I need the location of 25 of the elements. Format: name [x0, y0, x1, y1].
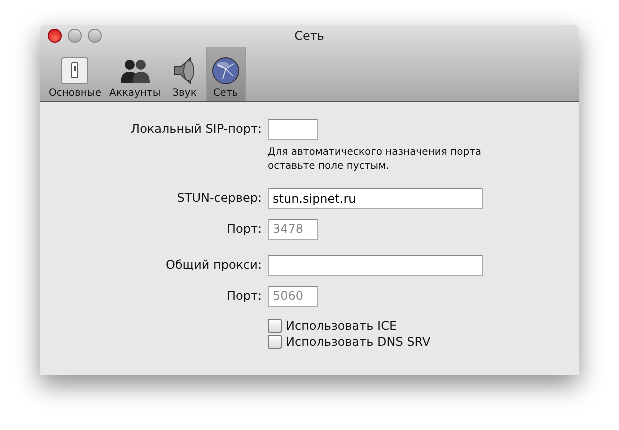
input-field[interactable]: 5060: [268, 286, 318, 306]
zoom-button[interactable]: [88, 29, 102, 43]
toolbar-tab[interactable]: Аккаунты: [106, 47, 164, 101]
hint-text: Для автоматического назначения порта оставьте поле пустым.: [268, 146, 483, 174]
minimize-button[interactable]: [68, 29, 82, 43]
input-field[interactable]: [268, 118, 318, 140]
toolbar-tab[interactable]: Основные: [46, 47, 105, 101]
toolbar-tab[interactable]: Сеть: [206, 47, 246, 101]
checkbox-label: Использовать ICE: [286, 318, 398, 332]
input-field[interactable]: stun.sipnet.ru: [268, 188, 483, 209]
checkbox[interactable]: [268, 334, 282, 348]
globe-icon: [210, 55, 242, 87]
window-title: Сеть: [294, 29, 324, 43]
checkbox[interactable]: [268, 318, 282, 332]
field-label: Порт:: [226, 222, 262, 236]
input-field[interactable]: 3478: [268, 218, 318, 240]
field-label: Локальный SIP-порт:: [131, 122, 262, 136]
input-field[interactable]: [268, 255, 483, 276]
switch-icon: [59, 55, 92, 87]
field-label: STUN-сервер:: [177, 191, 262, 206]
field-label: Общий прокси:: [166, 258, 262, 272]
toolbar-tab[interactable]: Звук: [166, 47, 204, 101]
close-button[interactable]: [48, 29, 62, 43]
field-label: Порт:: [226, 288, 262, 303]
checkbox-label: Использовать DNS SRV: [286, 334, 431, 348]
